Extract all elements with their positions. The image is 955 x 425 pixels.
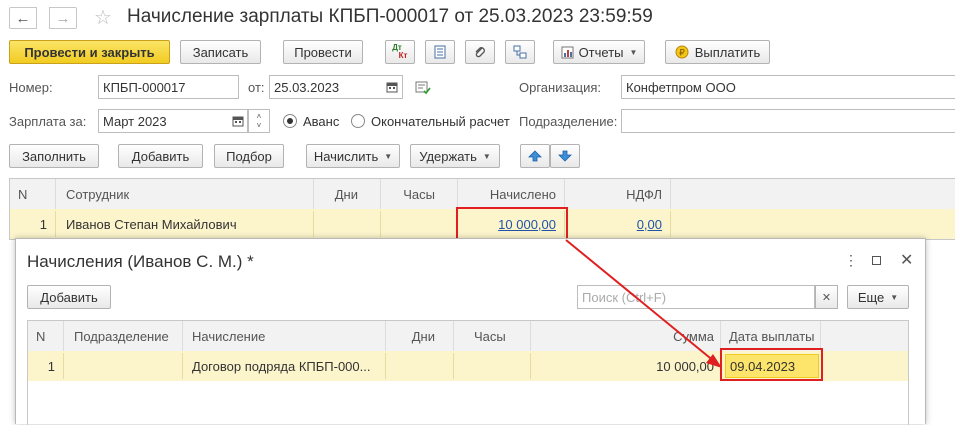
- annotation-arrow: [565, 239, 722, 368]
- annotation-arrow-line: [565, 239, 716, 363]
